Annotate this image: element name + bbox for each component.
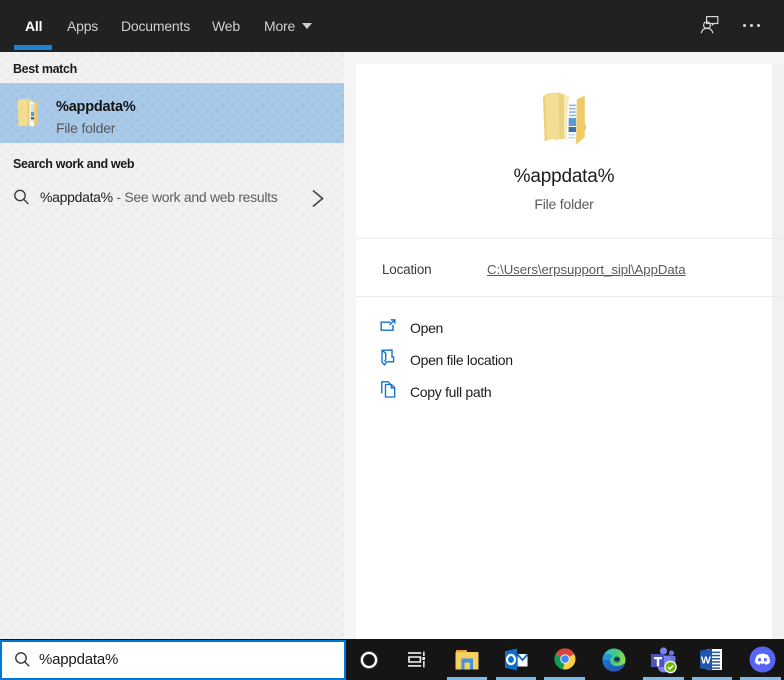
svg-text:W: W <box>701 654 711 666</box>
